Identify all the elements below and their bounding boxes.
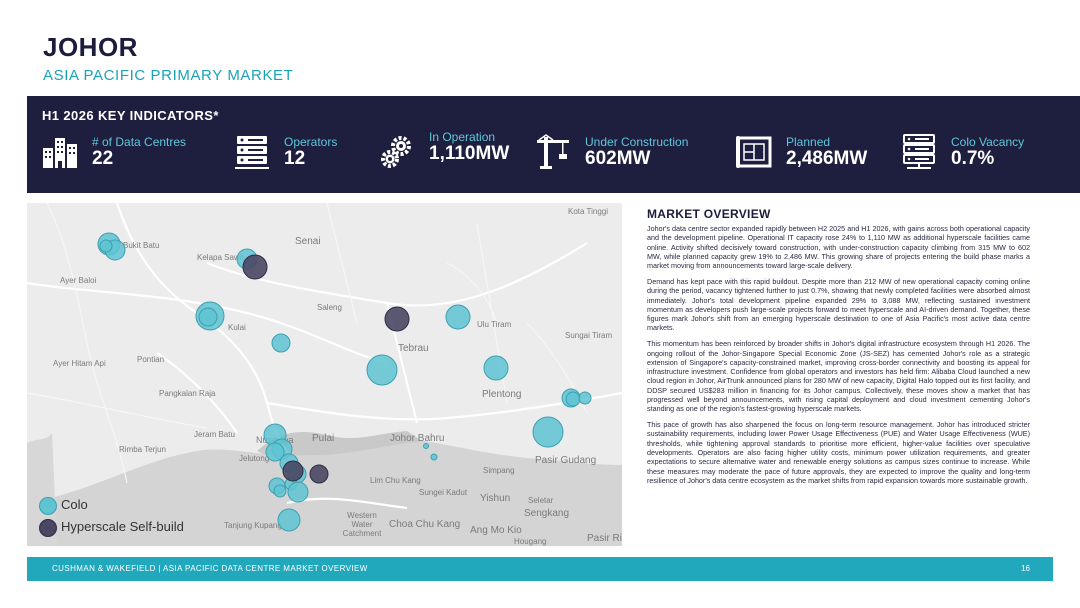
blueprint-icon — [736, 136, 772, 168]
hyperscale-marker[interactable] — [384, 306, 410, 332]
colo-legend-swatch — [39, 497, 57, 515]
indicator-value: 2,486MW — [786, 148, 868, 169]
legend-label: Hyperscale Self-build — [61, 519, 184, 534]
buildings-icon — [43, 138, 77, 168]
colo-marker[interactable] — [445, 304, 471, 330]
colo-marker[interactable] — [273, 484, 287, 498]
market-overview-panel: MARKET OVERVIEW Johor's data centre sect… — [630, 203, 1053, 546]
indicator-value: 12 — [284, 148, 306, 169]
legend-label: Colo — [61, 497, 88, 512]
page-subtitle: ASIA PACIFIC PRIMARY MARKET — [43, 67, 294, 84]
map-markers — [97, 232, 592, 532]
market-overview-title: MARKET OVERVIEW — [647, 207, 771, 221]
colo-marker[interactable] — [366, 354, 398, 386]
colo-marker[interactable] — [271, 333, 291, 353]
colo-marker[interactable] — [287, 481, 309, 503]
server-network-icon — [903, 134, 935, 169]
colo-marker[interactable] — [483, 355, 509, 381]
indicator-value: 602MW — [585, 148, 651, 169]
indicator-label: In Operation — [429, 130, 496, 144]
overview-paragraph: This pace of growth has also sharpened t… — [647, 420, 1030, 485]
colo-marker[interactable] — [277, 508, 301, 532]
colo-marker[interactable] — [198, 307, 218, 327]
colo-marker[interactable] — [565, 391, 581, 407]
indicator-value: 1,110MW — [429, 143, 510, 164]
hyperscale-marker[interactable] — [309, 464, 329, 484]
key-indicators-banner: H1 2026 KEY INDICATORS* # of Data Centre… — [27, 96, 1080, 193]
colo-marker[interactable] — [532, 416, 564, 448]
gears-icon — [381, 136, 411, 168]
server-rack-icon — [235, 136, 269, 169]
indicator-label: Under Construction — [585, 135, 689, 149]
indicator-label: Planned — [786, 135, 831, 149]
colo-marker[interactable] — [430, 453, 438, 461]
indicator-label: Operators — [284, 135, 338, 149]
footer-bar: CUSHMAN & WAKEFIELD | ASIA PACIFIC DATA … — [27, 557, 1053, 581]
overview-paragraph: Johor's data centre sector expanded rapi… — [647, 224, 1030, 271]
footer-text: CUSHMAN & WAKEFIELD | ASIA PACIFIC DATA … — [52, 564, 368, 573]
indicator-label: # of Data Centres — [92, 135, 187, 149]
colo-marker[interactable] — [578, 391, 592, 405]
overview-paragraph: Demand has kept pace with this rapid bui… — [647, 276, 1030, 333]
page-number: 16 — [1021, 564, 1030, 573]
overview-paragraph: This momentum has been reinforced by bro… — [647, 339, 1030, 414]
hyperscale-marker[interactable] — [242, 254, 268, 280]
hyperscale-marker[interactable] — [282, 460, 304, 482]
hyperscale-legend-swatch — [39, 519, 57, 537]
key-indicators-title: H1 2026 KEY INDICATORS* — [42, 108, 219, 123]
crane-icon — [537, 134, 569, 169]
data-centre-map[interactable]: Kota Tinggi Senai Bukit Batu Kelapa Sawi… — [27, 203, 622, 546]
page-title: JOHOR — [43, 32, 138, 62]
indicator-value: 0.7% — [951, 148, 995, 169]
colo-marker[interactable] — [99, 239, 113, 253]
indicator-label: Colo Vacancy — [951, 135, 1025, 149]
indicator-value: 22 — [92, 148, 114, 169]
market-overview-text: Johor's data centre sector expanded rapi… — [647, 224, 1030, 492]
colo-marker[interactable] — [423, 443, 429, 449]
